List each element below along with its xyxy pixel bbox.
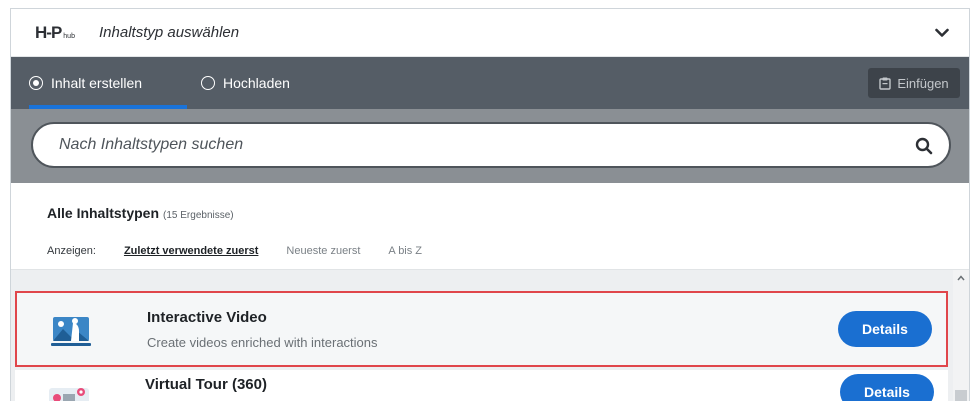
tab-upload[interactable]: Hochladen bbox=[201, 57, 290, 109]
sort-label: Anzeigen: bbox=[47, 245, 96, 257]
h5p-hub-logo: H-P hub bbox=[35, 23, 75, 43]
tab-create-content[interactable]: Inhalt erstellen bbox=[29, 57, 187, 109]
scroll-up-icon[interactable] bbox=[956, 273, 966, 283]
results-heading: Alle Inhaltstypen (15 Ergebnisse) bbox=[47, 205, 234, 221]
content-type-list: Interactive Video Create videos enriched… bbox=[11, 269, 969, 401]
chevron-down-icon[interactable] bbox=[933, 24, 951, 42]
results-title: Alle Inhaltstypen bbox=[47, 205, 160, 221]
virtual-tour-icon bbox=[49, 388, 89, 401]
item-title: Interactive Video bbox=[147, 309, 267, 326]
content-type-selector: H-P hub Inhaltstyp auswählen Inhalt erst… bbox=[10, 8, 970, 401]
logo-sub: hub bbox=[63, 33, 75, 40]
paste-button[interactable]: Einfügen bbox=[868, 68, 960, 98]
details-button[interactable]: Details bbox=[838, 311, 932, 347]
sort-recently-used[interactable]: Zuletzt verwendete zuerst bbox=[124, 245, 258, 257]
list-item-virtual-tour[interactable]: Virtual Tour (360) Details bbox=[15, 370, 948, 401]
scrollbar[interactable] bbox=[953, 270, 969, 401]
item-description: Create videos enriched with interactions bbox=[147, 335, 378, 350]
logo-main: H-P bbox=[35, 23, 62, 42]
search-field[interactable] bbox=[31, 122, 951, 168]
sort-newest[interactable]: Neueste zuerst bbox=[286, 245, 360, 257]
tab-create-content-label: Inhalt erstellen bbox=[51, 75, 143, 91]
sort-a-to-z[interactable]: A bis Z bbox=[388, 245, 422, 257]
search-input[interactable] bbox=[59, 136, 879, 154]
selector-header[interactable]: H-P hub Inhaltstyp auswählen bbox=[11, 9, 969, 57]
sort-options: Anzeigen: Zuletzt verwendete zuerst Neue… bbox=[47, 245, 450, 257]
interactive-video-icon bbox=[51, 317, 91, 346]
list-item-interactive-video[interactable]: Interactive Video Create videos enriched… bbox=[15, 291, 948, 367]
radio-selected-icon bbox=[29, 76, 43, 90]
selector-title: Inhaltstyp auswählen bbox=[99, 24, 240, 41]
radio-unselected-icon bbox=[201, 76, 215, 90]
tab-upload-label: Hochladen bbox=[223, 75, 290, 91]
results-count: (15 Ergebnisse) bbox=[163, 210, 234, 221]
item-title: Virtual Tour (360) bbox=[145, 376, 267, 393]
scroll-thumb[interactable] bbox=[955, 390, 967, 401]
details-button[interactable]: Details bbox=[840, 374, 934, 401]
results-header: Alle Inhaltstypen (15 Ergebnisse) Anzeige… bbox=[11, 183, 969, 269]
paste-button-label: Einfügen bbox=[897, 75, 949, 91]
search-bar bbox=[11, 109, 969, 183]
tab-bar: Inhalt erstellen Hochladen Einfügen bbox=[11, 57, 969, 109]
search-icon[interactable] bbox=[915, 137, 933, 155]
clipboard-icon bbox=[879, 77, 892, 90]
